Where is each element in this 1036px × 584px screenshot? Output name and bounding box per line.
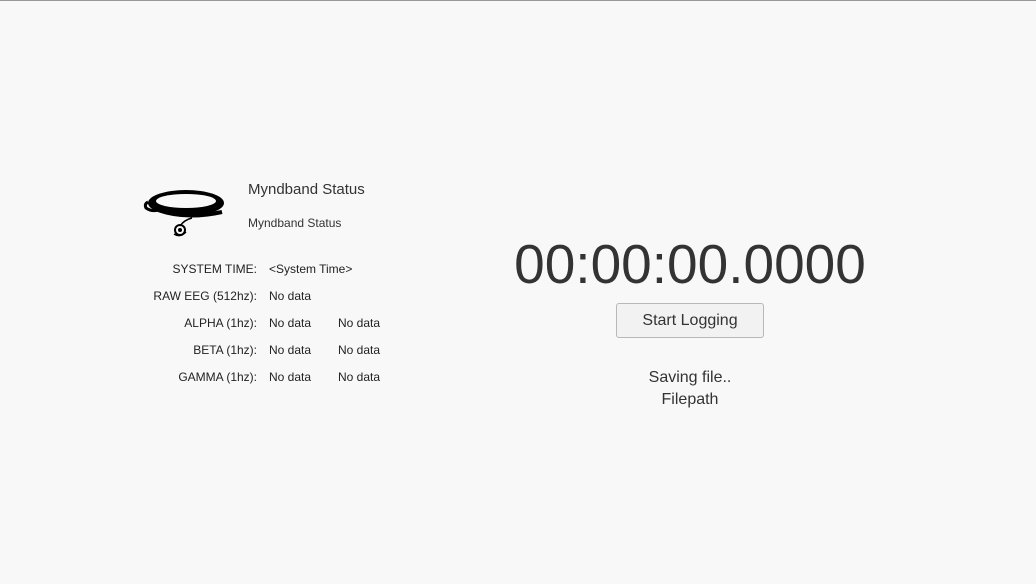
readout-value: No data bbox=[269, 289, 312, 303]
readout-label: BETA (1hz): bbox=[193, 343, 257, 357]
top-divider bbox=[0, 0, 1036, 1]
start-logging-button[interactable]: Start Logging bbox=[616, 303, 764, 338]
readout-value-secondary: No data bbox=[338, 370, 381, 384]
readout-value-secondary: No data bbox=[338, 343, 381, 357]
myndband-headband-icon bbox=[143, 190, 224, 237]
readout-value: No data bbox=[269, 370, 312, 384]
readout-row-beta: BETA (1hz): No data No data bbox=[0, 343, 420, 359]
readout-label: GAMMA (1hz): bbox=[178, 370, 257, 384]
readout-row-raw-eeg: RAW EEG (512hz): No data bbox=[0, 289, 420, 305]
readout-value: <System Time> bbox=[269, 262, 353, 276]
readout-value-secondary: No data bbox=[338, 316, 381, 330]
saving-status-text: Saving file.. bbox=[648, 369, 732, 386]
status-title: Myndband Status bbox=[248, 181, 365, 198]
readout-label: ALPHA (1hz): bbox=[184, 316, 257, 330]
filepath-text: Filepath bbox=[661, 391, 719, 408]
readout-value: No data bbox=[269, 316, 312, 330]
readout-row-gamma: GAMMA (1hz): No data No data bbox=[0, 370, 420, 386]
readout-label: RAW EEG (512hz): bbox=[153, 289, 257, 303]
readout-value: No data bbox=[269, 343, 312, 357]
readout-row-alpha: ALPHA (1hz): No data No data bbox=[0, 316, 420, 332]
elapsed-timer: 00:00:00.0000 bbox=[514, 233, 866, 295]
readout-label: SYSTEM TIME: bbox=[172, 262, 257, 276]
status-subtitle: Myndband Status bbox=[248, 216, 342, 230]
readout-row-system-time: SYSTEM TIME: <System Time> bbox=[0, 262, 420, 278]
